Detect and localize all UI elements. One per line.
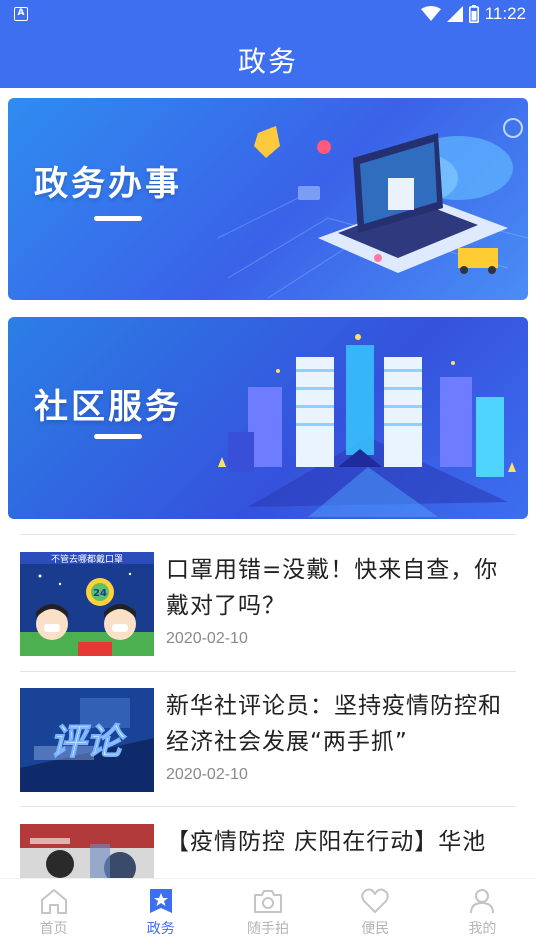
tab-profile[interactable]: 我的 (429, 879, 536, 952)
clock-time: 11:22 (484, 4, 526, 23)
government-affairs-banner[interactable]: 政务办事 (8, 98, 528, 300)
thumbnail-badge: 24 (93, 588, 107, 599)
tab-government[interactable]: 政务 (107, 879, 214, 952)
cell-signal-icon (446, 6, 463, 22)
banner-title: 社区服务 (34, 387, 182, 427)
tab-label: 我的 (468, 921, 497, 937)
news-thumbnail: 评论 (20, 688, 154, 792)
page-title: 政务 (237, 45, 298, 78)
tab-label: 随手拍 (247, 921, 289, 937)
news-list-item[interactable]: 评论 新华社评论员：坚持疫情防控和经济社会发展“两手抓” 2020-02-10 (20, 688, 516, 798)
heart-icon (361, 888, 389, 913)
news-list-item[interactable]: 不管去哪都戴口罩 24 口罩用错=没戴！快来自查，你戴对了吗？ 2020-02-… (20, 552, 516, 662)
news-thumbnail (20, 824, 154, 878)
divider (20, 806, 516, 807)
battery-icon (468, 5, 479, 23)
app-bar: 政务 (0, 28, 536, 88)
news-thumbnail: 不管去哪都戴口罩 24 (20, 552, 154, 656)
news-date: 2020-02-10 (166, 766, 248, 783)
news-title: 【疫情防控 庆阳在行动】华池 (166, 829, 487, 855)
news-title: 新华社评论员：坚持疫情防控和经济社会发展“两手抓” (166, 693, 502, 755)
news-date: 2020-02-10 (166, 630, 248, 647)
tab-label: 便民 (361, 921, 390, 937)
divider (20, 671, 516, 672)
banner-underline (94, 434, 142, 439)
community-city-illustration (218, 334, 516, 517)
home-icon (40, 889, 67, 914)
main-content: 政务办事 社区服务 不管去哪都戴口罩 24 口罩用错=没戴！快来自查，你戴对了吗… (0, 88, 536, 878)
banner-title: 政务办事 (34, 164, 182, 204)
camera-icon (254, 890, 282, 913)
news-title: 口罩用错=没戴！快来自查，你戴对了吗？ (166, 557, 499, 619)
banner-underline (94, 216, 142, 221)
tab-convenience[interactable]: 便民 (322, 879, 429, 952)
star-badge-icon (149, 889, 172, 913)
tab-label: 首页 (39, 921, 68, 937)
app-notification-icon: A (14, 7, 28, 21)
thumbnail-caption: 不管去哪都戴口罩 (51, 553, 123, 565)
community-service-banner[interactable]: 社区服务 (8, 317, 528, 519)
tab-home[interactable]: 首页 (0, 879, 107, 952)
divider (20, 534, 516, 535)
bottom-tab-bar: 首页 政务 随手拍 便民 我的 (0, 878, 536, 952)
news-list-item[interactable]: 【疫情防控 庆阳在行动】华池 (20, 824, 516, 878)
government-affairs-illustration (217, 118, 528, 299)
user-icon (470, 889, 495, 914)
status-bar: A 11:22 (0, 0, 536, 28)
thumbnail-caption: 评论 (50, 722, 127, 763)
tab-label: 政务 (146, 921, 175, 937)
wifi-icon (420, 6, 441, 22)
tab-snapshot[interactable]: 随手拍 (214, 879, 321, 952)
